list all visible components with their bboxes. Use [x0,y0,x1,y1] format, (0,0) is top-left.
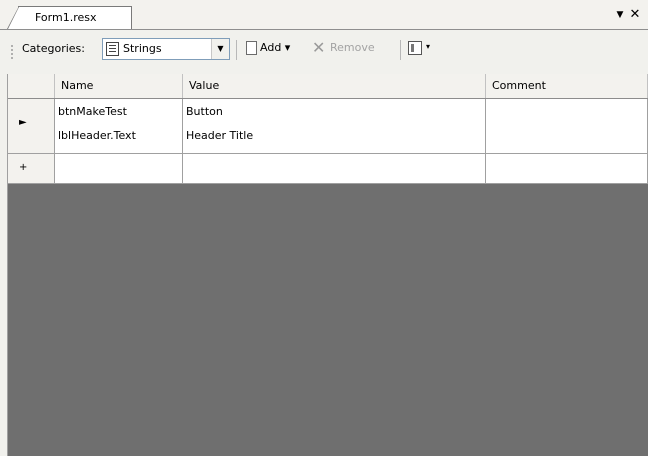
category-value: Strings [123,42,162,55]
tab-list-dropdown-icon[interactable]: ▼ [614,9,626,21]
column-header-comment[interactable]: Comment [486,74,648,98]
remove-resource-label: Remove [330,41,375,54]
name-cell[interactable]: btnMakeTest lblHeader.Text [55,99,183,153]
remove-resource-button[interactable]: ✕ Remove [310,38,398,60]
delete-x-icon: ✕ [312,38,326,57]
views-button[interactable]: ▾ [406,38,440,60]
document-tab-strip: Form1.resx ▼ ✕ [0,0,648,30]
resource-editor-window: Form1.resx ▼ ✕ Categories: Strings ▼ Add… [0,0,648,456]
name-cell-text-second-line: lblHeader.Text [58,129,136,142]
chevron-down-icon: ▾ [426,42,431,51]
new-document-icon [246,41,257,55]
name-cell-text: btnMakeTest [58,105,127,118]
category-combo[interactable]: Strings ▼ [102,38,230,60]
strings-icon [106,42,119,56]
value-cell[interactable]: Button Header Title [183,99,486,153]
resource-toolbar: Categories: Strings ▼ Add ▾ ✕ Remove ▾ [0,30,648,70]
row-header[interactable]: + [8,154,55,183]
row-header-corner[interactable] [8,74,55,98]
document-tab[interactable]: Form1.resx [7,6,132,29]
name-cell[interactable] [55,154,183,183]
resource-grid: Name Value Comment ► btnMakeTest lblHead… [7,74,648,456]
row-header[interactable]: ► [8,99,55,153]
close-icon[interactable]: ✕ [628,8,642,22]
document-tab-label: Form1.resx [35,11,97,24]
add-resource-label: Add ▾ [260,41,291,54]
grid-header: Name Value Comment [8,74,648,99]
new-row[interactable]: + [8,154,648,184]
views-icon [408,41,422,55]
categories-label: Categories: [22,42,85,55]
value-cell[interactable] [183,154,486,183]
toolbar-grip-icon[interactable] [10,44,14,60]
table-row[interactable]: ► btnMakeTest lblHeader.Text Button Head… [8,99,648,154]
toolbar-separator [400,40,401,60]
value-cell-text-second-line: Header Title [186,129,254,142]
comment-cell[interactable] [486,99,648,153]
new-row-icon: + [19,162,28,173]
current-row-icon: ► [19,117,27,128]
comment-cell[interactable] [486,154,648,183]
value-cell-text: Button [186,105,223,118]
toolbar-separator [236,40,237,60]
chevron-down-icon[interactable]: ▼ [211,39,229,59]
column-header-value[interactable]: Value [183,74,486,98]
add-resource-button[interactable]: Add ▾ [244,38,304,60]
column-header-name[interactable]: Name [55,74,183,98]
